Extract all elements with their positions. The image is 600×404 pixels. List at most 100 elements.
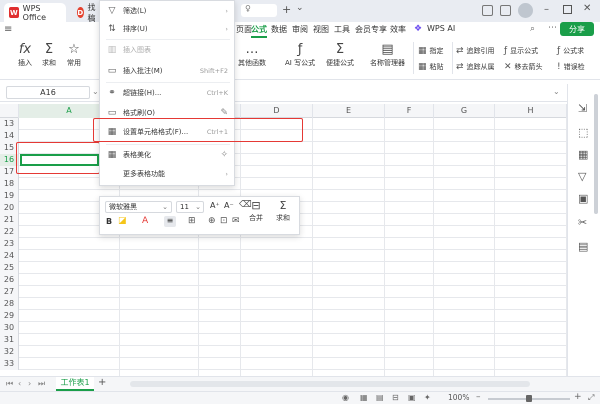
- tab-document[interactable]: D 找稿: [72, 3, 102, 23]
- wps-ai-button[interactable]: WPS AI: [427, 24, 455, 33]
- more-icon[interactable]: ⋯: [548, 23, 557, 33]
- row-header-31[interactable]: 31: [0, 334, 19, 346]
- other-functions-button[interactable]: … 其他函数: [238, 42, 266, 68]
- row-header-32[interactable]: 32: [0, 346, 19, 358]
- window-icon[interactable]: [500, 5, 511, 16]
- tab-page[interactable]: 页面: [236, 24, 252, 35]
- last-sheet-icon[interactable]: ⏭: [38, 379, 45, 389]
- zoom-out-button[interactable]: –: [476, 392, 481, 402]
- tab-formula[interactable]: 公式: [251, 24, 267, 38]
- sum-button[interactable]: Σ 求和: [276, 199, 290, 223]
- next-sheet-icon[interactable]: ›: [28, 379, 31, 388]
- fill-color-icon[interactable]: ◪: [118, 216, 127, 226]
- layout-icon[interactable]: [482, 5, 493, 16]
- insert-row-icon[interactable]: ⊕: [208, 216, 216, 226]
- align-icon[interactable]: ≡: [164, 216, 176, 227]
- new-tab-button[interactable]: +: [282, 3, 291, 16]
- user-avatar-icon[interactable]: [518, 3, 533, 18]
- font-color-icon[interactable]: A: [142, 216, 148, 226]
- row-header-30[interactable]: 30: [0, 322, 19, 334]
- column-header-h[interactable]: H: [495, 104, 567, 118]
- error-check-button[interactable]: ! 错误检: [557, 62, 585, 72]
- font-size-select[interactable]: 11 ⌄: [176, 201, 204, 213]
- row-header-25[interactable]: 25: [0, 262, 19, 274]
- row-header-24[interactable]: 24: [0, 250, 19, 262]
- tab-data[interactable]: 数据: [271, 24, 287, 35]
- share-button[interactable]: 分享: [560, 22, 594, 36]
- row-header-19[interactable]: 19: [0, 190, 19, 202]
- horizontal-scrollbar[interactable]: [130, 381, 530, 387]
- formula-input[interactable]: [236, 86, 562, 99]
- eye-protect-icon[interactable]: ✦: [424, 393, 431, 402]
- common-functions-button[interactable]: ☆ 常用: [67, 42, 81, 68]
- zoom-in-button[interactable]: +: [574, 392, 582, 402]
- select-icon[interactable]: ⬚: [578, 126, 588, 139]
- name-manager-button[interactable]: ▤ 名称管理器: [370, 42, 405, 68]
- ai-formula-button[interactable]: ƒ AI 写公式: [285, 42, 315, 68]
- minimize-icon[interactable]: –: [544, 4, 549, 15]
- column-header-f[interactable]: F: [385, 104, 434, 118]
- tab-view[interactable]: 视图: [313, 24, 329, 35]
- trace-dependents-button[interactable]: ⇄ 追踪从属: [456, 62, 495, 72]
- row-header-33[interactable]: 33: [0, 358, 19, 370]
- show-formulas-button[interactable]: ƒ 显示公式: [504, 46, 538, 56]
- insert-function-button[interactable]: fx 插入: [18, 42, 32, 68]
- normal-view-icon[interactable]: ▦: [360, 393, 368, 402]
- tools-icon[interactable]: ✂: [578, 216, 587, 229]
- trace-precedents-button[interactable]: ⇄ 追踪引用: [456, 46, 495, 56]
- page-layout-icon[interactable]: ▤: [376, 393, 384, 402]
- close-icon[interactable]: ✕: [583, 3, 591, 14]
- row-header-21[interactable]: 21: [0, 214, 19, 226]
- font-name-select[interactable]: 微软雅黑 ⌄: [105, 201, 172, 213]
- hamburger-icon[interactable]: ≡: [4, 24, 12, 35]
- view-icon[interactable]: ◉: [342, 393, 349, 402]
- menu-item-more-table-functions[interactable]: 更多表格功能 ›: [100, 164, 236, 183]
- tab-wps-office[interactable]: W WPS Office: [4, 3, 66, 22]
- menu-item-insert-comment[interactable]: ▭ 插入批注(M) Shift+F2: [100, 61, 236, 80]
- specify-button[interactable]: ▦ 指定: [418, 46, 444, 56]
- tab-member[interactable]: 会员专享: [355, 24, 387, 35]
- first-sheet-icon[interactable]: ⏮: [6, 379, 13, 389]
- evaluate-formula-button[interactable]: ƒ 公式求: [557, 46, 584, 56]
- tab-efficiency[interactable]: 效率: [390, 24, 406, 35]
- filter-icon[interactable]: ▽: [578, 170, 586, 183]
- row-header-14[interactable]: 14: [0, 130, 19, 142]
- row-header-26[interactable]: 26: [0, 274, 19, 286]
- chevron-down-icon[interactable]: ⌄: [92, 87, 99, 96]
- zoom-level[interactable]: 100%: [448, 393, 469, 402]
- vertical-scrollbar[interactable]: [594, 94, 598, 214]
- image-icon[interactable]: ▣: [578, 192, 588, 205]
- border-icon[interactable]: ⊞: [188, 216, 196, 226]
- quick-formula-button[interactable]: Σ 便捷公式: [326, 42, 354, 68]
- row-header-28[interactable]: 28: [0, 298, 19, 310]
- merge-button[interactable]: ⊟ 合并: [249, 199, 263, 223]
- zoom-slider-handle[interactable]: [526, 395, 532, 402]
- row-header-29[interactable]: 29: [0, 310, 19, 322]
- row-header-20[interactable]: 20: [0, 202, 19, 214]
- autosum-button[interactable]: Σ 求和: [42, 42, 56, 68]
- tab-review[interactable]: 审阅: [292, 24, 308, 35]
- chevron-down-icon[interactable]: ⌄: [296, 3, 304, 13]
- remove-arrows-button[interactable]: ✕ 移去箭头: [504, 62, 543, 72]
- reading-icon[interactable]: ▣: [408, 393, 416, 402]
- column-header-e[interactable]: E: [313, 104, 385, 118]
- column-header-d[interactable]: D: [241, 104, 313, 118]
- page-break-icon[interactable]: ⊟: [392, 393, 399, 402]
- fullscreen-icon[interactable]: ⤢: [588, 393, 594, 403]
- menu-item-hyperlink[interactable]: ⚭ 超链接(H)... Ctrl+K: [100, 83, 236, 102]
- tab-tools[interactable]: 工具: [334, 24, 350, 35]
- expand-panel-icon[interactable]: ⇲: [578, 102, 587, 115]
- row-header-27[interactable]: 27: [0, 286, 19, 298]
- decrease-font-icon[interactable]: A⁻: [224, 201, 234, 210]
- row-header-18[interactable]: 18: [0, 178, 19, 190]
- sheet-tab-1[interactable]: 工作表1: [56, 377, 94, 391]
- number-format-icon[interactable]: ⊡: [220, 216, 228, 226]
- select-all-corner[interactable]: [0, 104, 19, 118]
- expand-icon[interactable]: ⌄: [553, 87, 560, 96]
- comment-icon[interactable]: ✉: [232, 216, 240, 226]
- paste-button[interactable]: ▦ 粘贴: [418, 62, 444, 72]
- maximize-icon[interactable]: [563, 5, 572, 14]
- tab-current-file[interactable]: ♀: [241, 4, 277, 17]
- name-box[interactable]: A16: [6, 86, 90, 99]
- column-header-g[interactable]: G: [434, 104, 495, 118]
